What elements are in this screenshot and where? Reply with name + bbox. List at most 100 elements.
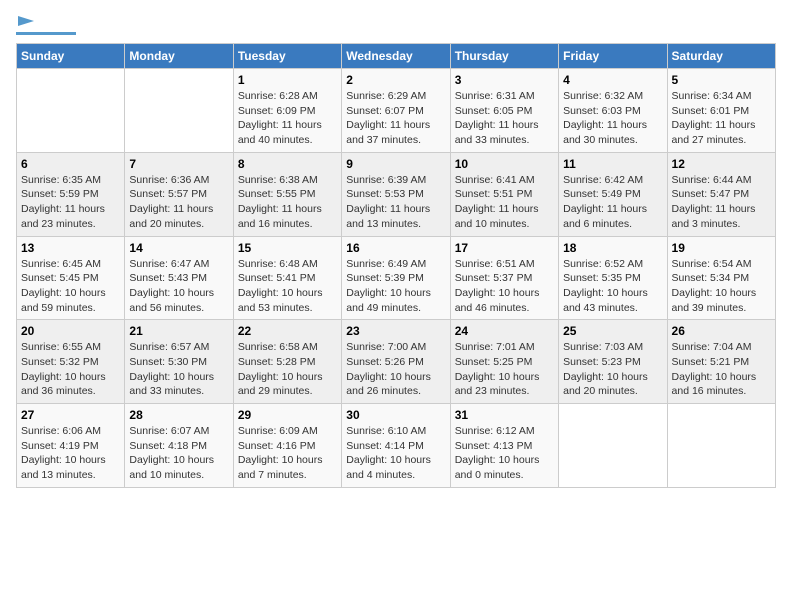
day-number: 24 [455,324,554,338]
day-info: Sunrise: 6:49 AM Sunset: 5:39 PM Dayligh… [346,257,445,316]
day-info: Sunrise: 6:39 AM Sunset: 5:53 PM Dayligh… [346,173,445,232]
calendar-cell: 24 Sunrise: 7:01 AM Sunset: 5:25 PM Dayli… [450,320,558,404]
day-info: Sunrise: 6:07 AM Sunset: 4:18 PM Dayligh… [129,424,228,483]
day-number: 7 [129,157,228,171]
calendar-cell: 14 Sunrise: 6:47 AM Sunset: 5:43 PM Dayli… [125,236,233,320]
calendar-cell [667,404,775,488]
calendar-cell: 13Sunrise: 6:45 AM Sunset: 5:45 PM Dayli… [17,236,125,320]
day-info: Sunrise: 7:01 AM Sunset: 5:25 PM Dayligh… [455,340,554,399]
calendar-cell: 16 Sunrise: 6:49 AM Sunset: 5:39 PM Dayli… [342,236,450,320]
logo-icon [18,12,36,30]
day-number: 9 [346,157,445,171]
calendar-cell: 1 Sunrise: 6:28 AM Sunset: 6:09 PM Daylig… [233,69,341,153]
calendar-cell: 10Sunrise: 6:41 AM Sunset: 5:51 PM Dayli… [450,152,558,236]
calendar-cell [17,69,125,153]
day-number: 29 [238,408,337,422]
day-number: 17 [455,241,554,255]
calendar-cell: 12 Sunrise: 6:44 AM Sunset: 5:47 PM Dayli… [667,152,775,236]
page-header [16,16,776,35]
logo-line [16,32,76,35]
calendar-cell: 23Sunrise: 7:00 AM Sunset: 5:26 PM Dayli… [342,320,450,404]
calendar-cell: 7 Sunrise: 6:36 AM Sunset: 5:57 PM Daylig… [125,152,233,236]
day-info: Sunrise: 6:47 AM Sunset: 5:43 PM Dayligh… [129,257,228,316]
day-number: 31 [455,408,554,422]
day-info: Sunrise: 6:28 AM Sunset: 6:09 PM Dayligh… [238,89,337,148]
day-number: 22 [238,324,337,338]
day-info: Sunrise: 6:55 AM Sunset: 5:32 PM Dayligh… [21,340,120,399]
day-info: Sunrise: 6:12 AM Sunset: 4:13 PM Dayligh… [455,424,554,483]
day-number: 15 [238,241,337,255]
day-number: 5 [672,73,771,87]
calendar-cell [125,69,233,153]
day-info: Sunrise: 6:58 AM Sunset: 5:28 PM Dayligh… [238,340,337,399]
calendar-cell: 25Sunrise: 7:03 AM Sunset: 5:23 PM Dayli… [559,320,667,404]
calendar-cell: 28 Sunrise: 6:07 AM Sunset: 4:18 PM Dayli… [125,404,233,488]
calendar-cell: 17 Sunrise: 6:51 AM Sunset: 5:37 PM Dayli… [450,236,558,320]
day-info: Sunrise: 6:42 AM Sunset: 5:49 PM Dayligh… [563,173,662,232]
day-info: Sunrise: 6:57 AM Sunset: 5:30 PM Dayligh… [129,340,228,399]
calendar-table: SundayMondayTuesdayWednesdayThursdayFrid… [16,43,776,488]
calendar-week-row: 1 Sunrise: 6:28 AM Sunset: 6:09 PM Daylig… [17,69,776,153]
logo [16,16,76,35]
calendar-cell: 18Sunrise: 6:52 AM Sunset: 5:35 PM Dayli… [559,236,667,320]
day-info: Sunrise: 6:34 AM Sunset: 6:01 PM Dayligh… [672,89,771,148]
calendar-cell: 22 Sunrise: 6:58 AM Sunset: 5:28 PM Dayli… [233,320,341,404]
calendar-week-row: 13Sunrise: 6:45 AM Sunset: 5:45 PM Dayli… [17,236,776,320]
calendar-week-row: 20 Sunrise: 6:55 AM Sunset: 5:32 PM Dayli… [17,320,776,404]
day-number: 11 [563,157,662,171]
calendar-cell: 9 Sunrise: 6:39 AM Sunset: 5:53 PM Daylig… [342,152,450,236]
calendar-cell: 6 Sunrise: 6:35 AM Sunset: 5:59 PM Daylig… [17,152,125,236]
calendar-cell: 5 Sunrise: 6:34 AM Sunset: 6:01 PM Daylig… [667,69,775,153]
day-info: Sunrise: 6:36 AM Sunset: 5:57 PM Dayligh… [129,173,228,232]
day-info: Sunrise: 6:38 AM Sunset: 5:55 PM Dayligh… [238,173,337,232]
calendar-cell: 31 Sunrise: 6:12 AM Sunset: 4:13 PM Dayli… [450,404,558,488]
day-info: Sunrise: 6:10 AM Sunset: 4:14 PM Dayligh… [346,424,445,483]
calendar-cell: 15 Sunrise: 6:48 AM Sunset: 5:41 PM Dayli… [233,236,341,320]
day-number: 12 [672,157,771,171]
calendar-cell: 27 Sunrise: 6:06 AM Sunset: 4:19 PM Dayli… [17,404,125,488]
calendar-header-row: SundayMondayTuesdayWednesdayThursdayFrid… [17,44,776,69]
day-number: 6 [21,157,120,171]
day-info: Sunrise: 7:04 AM Sunset: 5:21 PM Dayligh… [672,340,771,399]
calendar-cell: 4Sunrise: 6:32 AM Sunset: 6:03 PM Daylig… [559,69,667,153]
day-number: 8 [238,157,337,171]
calendar-cell [559,404,667,488]
calendar-cell: 11 Sunrise: 6:42 AM Sunset: 5:49 PM Dayli… [559,152,667,236]
column-header-thursday: Thursday [450,44,558,69]
column-header-saturday: Saturday [667,44,775,69]
day-info: Sunrise: 6:35 AM Sunset: 5:59 PM Dayligh… [21,173,120,232]
day-number: 26 [672,324,771,338]
day-number: 19 [672,241,771,255]
calendar-cell: 20 Sunrise: 6:55 AM Sunset: 5:32 PM Dayli… [17,320,125,404]
calendar-cell: 26 Sunrise: 7:04 AM Sunset: 5:21 PM Dayli… [667,320,775,404]
calendar-week-row: 6 Sunrise: 6:35 AM Sunset: 5:59 PM Daylig… [17,152,776,236]
day-info: Sunrise: 6:32 AM Sunset: 6:03 PM Dayligh… [563,89,662,148]
day-number: 27 [21,408,120,422]
day-info: Sunrise: 6:31 AM Sunset: 6:05 PM Dayligh… [455,89,554,148]
day-number: 14 [129,241,228,255]
calendar-week-row: 27 Sunrise: 6:06 AM Sunset: 4:19 PM Dayli… [17,404,776,488]
day-number: 30 [346,408,445,422]
day-info: Sunrise: 6:09 AM Sunset: 4:16 PM Dayligh… [238,424,337,483]
day-number: 16 [346,241,445,255]
calendar-cell: 3Sunrise: 6:31 AM Sunset: 6:05 PM Daylig… [450,69,558,153]
day-number: 20 [21,324,120,338]
day-info: Sunrise: 6:48 AM Sunset: 5:41 PM Dayligh… [238,257,337,316]
column-header-monday: Monday [125,44,233,69]
day-number: 1 [238,73,337,87]
day-info: Sunrise: 7:00 AM Sunset: 5:26 PM Dayligh… [346,340,445,399]
column-header-sunday: Sunday [17,44,125,69]
calendar-cell: 29 Sunrise: 6:09 AM Sunset: 4:16 PM Dayli… [233,404,341,488]
calendar-cell: 21 Sunrise: 6:57 AM Sunset: 5:30 PM Dayli… [125,320,233,404]
calendar-cell: 19 Sunrise: 6:54 AM Sunset: 5:34 PM Dayli… [667,236,775,320]
day-number: 2 [346,73,445,87]
day-number: 28 [129,408,228,422]
day-info: Sunrise: 6:54 AM Sunset: 5:34 PM Dayligh… [672,257,771,316]
day-info: Sunrise: 6:45 AM Sunset: 5:45 PM Dayligh… [21,257,120,316]
day-info: Sunrise: 6:06 AM Sunset: 4:19 PM Dayligh… [21,424,120,483]
day-number: 21 [129,324,228,338]
calendar-cell: 8 Sunrise: 6:38 AM Sunset: 5:55 PM Daylig… [233,152,341,236]
day-info: Sunrise: 6:51 AM Sunset: 5:37 PM Dayligh… [455,257,554,316]
day-info: Sunrise: 6:44 AM Sunset: 5:47 PM Dayligh… [672,173,771,232]
column-header-wednesday: Wednesday [342,44,450,69]
